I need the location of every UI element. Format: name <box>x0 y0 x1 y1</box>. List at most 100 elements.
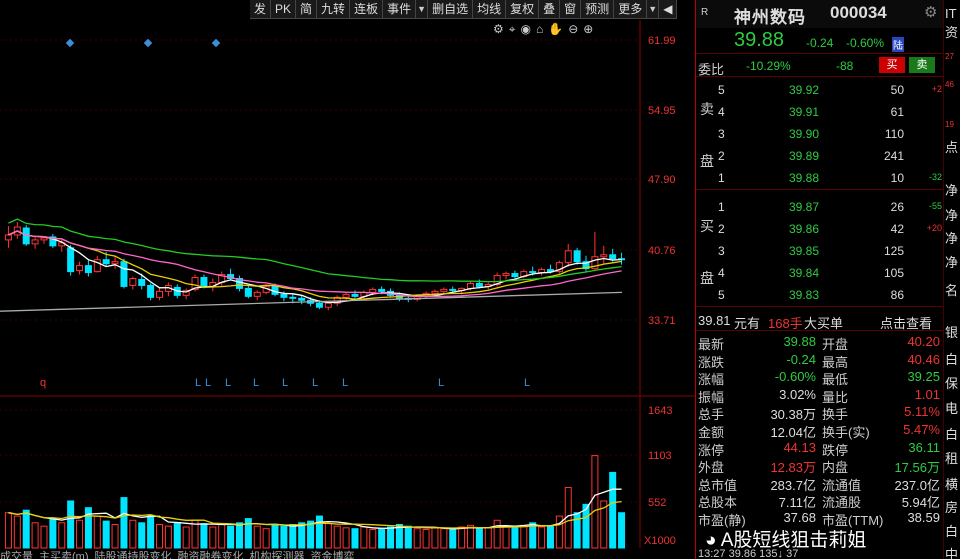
toolbar-item[interactable]: 简 <box>296 0 318 19</box>
sector-label[interactable]: 横 <box>945 474 958 493</box>
settings-icon[interactable]: ⚙ <box>493 22 504 37</box>
stats-row: 总市值 283.7亿 流通值 237.0亿 <box>696 474 944 493</box>
bid-level[interactable]: 5 39.83 86 <box>716 285 944 306</box>
volume-bar <box>404 525 412 549</box>
volume-bar <box>200 523 208 549</box>
toolbar-item[interactable]: 删自选 <box>428 0 474 19</box>
stock-code[interactable]: 000034 <box>830 3 887 23</box>
indicator-tab[interactable]: 陆股通持股变化 <box>95 548 172 559</box>
toolbar-item[interactable]: 均线 <box>473 0 507 19</box>
volume-tick-label: 1643 <box>648 405 672 417</box>
sector-label[interactable]: 19 <box>945 120 954 129</box>
ask-level[interactable]: 5 39.92 50 +2 <box>716 80 944 101</box>
zoom-out-icon[interactable]: ⊖ <box>568 22 578 37</box>
chevron-down-icon[interactable]: ▼ <box>416 0 429 19</box>
sector-label[interactable]: 点 <box>945 137 958 156</box>
buy-button[interactable]: 买 <box>879 57 905 73</box>
quote-panel: R 神州数码 000034 ⚙ 39.88 -0.24 -0.60% 陆 委比 … <box>695 0 944 559</box>
ask-level[interactable]: 3 39.90 110 <box>716 124 944 145</box>
candle-body <box>564 250 572 264</box>
volume-bar <box>209 526 217 549</box>
toolbar-item[interactable]: 预测 <box>581 0 615 19</box>
toolbar-item[interactable]: 九转 <box>317 0 351 19</box>
sector-label[interactable]: 27 <box>945 52 954 61</box>
bid-level[interactable]: 4 39.84 105 <box>716 263 944 284</box>
indicator-tab[interactable]: 融资融券变化 <box>178 548 244 559</box>
toolbar-item[interactable]: 发 <box>250 0 272 19</box>
signal-marker: L <box>524 377 530 389</box>
sector-label[interactable]: 银 <box>945 322 958 341</box>
pin-icon[interactable]: ⌖ <box>509 22 516 37</box>
bid-book: 买盘 1 39.87 26 -55 2 39.86 42 +20 3 39.85 125 4 39.84… <box>696 195 944 307</box>
level-delta: -32 <box>928 172 942 182</box>
level-price: 39.83 <box>789 288 820 302</box>
gear-icon[interactable]: ⚙ <box>924 3 937 21</box>
sector-label[interactable]: 净 <box>945 205 958 224</box>
chart-panel[interactable]: 61.99 54.95 47.90 40.76 33.71 1643 1103 552 X100… <box>0 0 695 559</box>
stat-value: 40.46 <box>907 351 940 367</box>
sector-label[interactable]: 净 <box>945 252 958 271</box>
view-details-link[interactable]: 点击查看 <box>880 313 932 332</box>
bid-level[interactable]: 2 39.86 42 +20 <box>716 219 944 240</box>
sector-label[interactable]: 房 <box>945 497 958 516</box>
signal-marker: L <box>253 377 259 389</box>
toolbar-item[interactable]: 更多 <box>614 0 648 19</box>
indicator-tab[interactable]: 资金博弈 <box>311 548 355 559</box>
hand-icon[interactable]: ✋ <box>548 22 563 37</box>
chevron-down-icon[interactable]: ▼ <box>647 0 660 19</box>
stat-value: 39.88 <box>783 334 816 349</box>
ask-level[interactable]: 1 39.88 10 -32 <box>716 168 944 189</box>
sector-label[interactable]: 白 <box>945 349 958 368</box>
sector-label[interactable]: 46 <box>945 80 954 89</box>
level-price: 39.86 <box>789 222 820 236</box>
toolbar-item[interactable]: 叠 <box>539 0 561 19</box>
toolbar-item[interactable]: 复权 <box>506 0 540 19</box>
big-order-row[interactable]: 39.81 元有 168手 大买单 点击查看 <box>696 310 944 331</box>
volume-bar <box>493 519 501 549</box>
sector-label[interactable]: 白 <box>945 521 958 540</box>
toolbar-item[interactable]: 事件 <box>383 0 417 19</box>
order-ratio-row: 委比 -10.29% -88 买 卖 <box>696 55 944 77</box>
speaker-icon[interactable]: ◀ <box>659 0 678 19</box>
sector-label[interactable]: 净 <box>945 180 958 199</box>
zoom-in-icon[interactable]: ⊕ <box>583 22 593 37</box>
stat-value: 40.20 <box>907 334 940 349</box>
level-volume: 241 <box>883 149 904 163</box>
sector-label[interactable]: 中 <box>945 544 958 559</box>
sell-button[interactable]: 卖 <box>909 57 935 73</box>
sector-label[interactable]: 白 <box>945 424 958 443</box>
toolbar-item[interactable]: PK <box>271 0 297 19</box>
candle-body <box>67 247 75 273</box>
indicator-tab[interactable]: 机构探测器 <box>250 548 305 559</box>
level-delta: +20 <box>926 223 942 233</box>
chart-toolbar: 发 PK 简九转 连板 事件 ▼ 删自选 均线 复权叠窗预测 更多 ▼ ◀ <box>250 0 678 19</box>
stat-value: 3.02% <box>779 386 816 402</box>
indicator-tab[interactable]: 主买卖(m) <box>39 548 89 559</box>
sector-label[interactable]: 净 <box>945 228 958 247</box>
bid-level[interactable]: 1 39.87 26 -55 <box>716 197 944 218</box>
stock-name[interactable]: 神州数码 <box>734 3 806 28</box>
bid-level[interactable]: 3 39.85 125 <box>716 241 944 262</box>
sector-label[interactable]: IT <box>945 6 957 21</box>
sector-label[interactable]: 保 <box>945 373 958 392</box>
toolbar-item[interactable]: 连板 <box>350 0 384 19</box>
ask-level[interactable]: 4 39.91 61 <box>716 102 944 123</box>
level-volume: 86 <box>890 288 904 302</box>
level-price: 39.89 <box>789 149 820 163</box>
ask-level[interactable]: 2 39.89 241 <box>716 146 944 167</box>
sector-label[interactable]: 资 <box>945 22 958 41</box>
volume-bar <box>449 529 457 549</box>
kline-chart[interactable]: 61.99 54.95 47.90 40.76 33.71 1643 1103 552 X100… <box>0 0 695 559</box>
sector-label[interactable]: 名 <box>945 280 958 299</box>
volume-bar <box>58 522 66 549</box>
indicator-tab[interactable]: 成交量 <box>0 548 33 559</box>
sector-label[interactable]: 电 <box>945 398 958 417</box>
level-number: 3 <box>718 127 725 141</box>
volume-bar <box>13 515 21 549</box>
toolbar-item[interactable]: 窗 <box>560 0 582 19</box>
sector-label[interactable]: 租 <box>945 448 958 467</box>
eye-icon[interactable]: ◉ <box>521 22 531 37</box>
big-order-hands: 168手 <box>768 316 803 331</box>
lock-icon[interactable]: ⌂ <box>536 22 543 37</box>
y-tick-label: 40.76 <box>648 245 676 257</box>
